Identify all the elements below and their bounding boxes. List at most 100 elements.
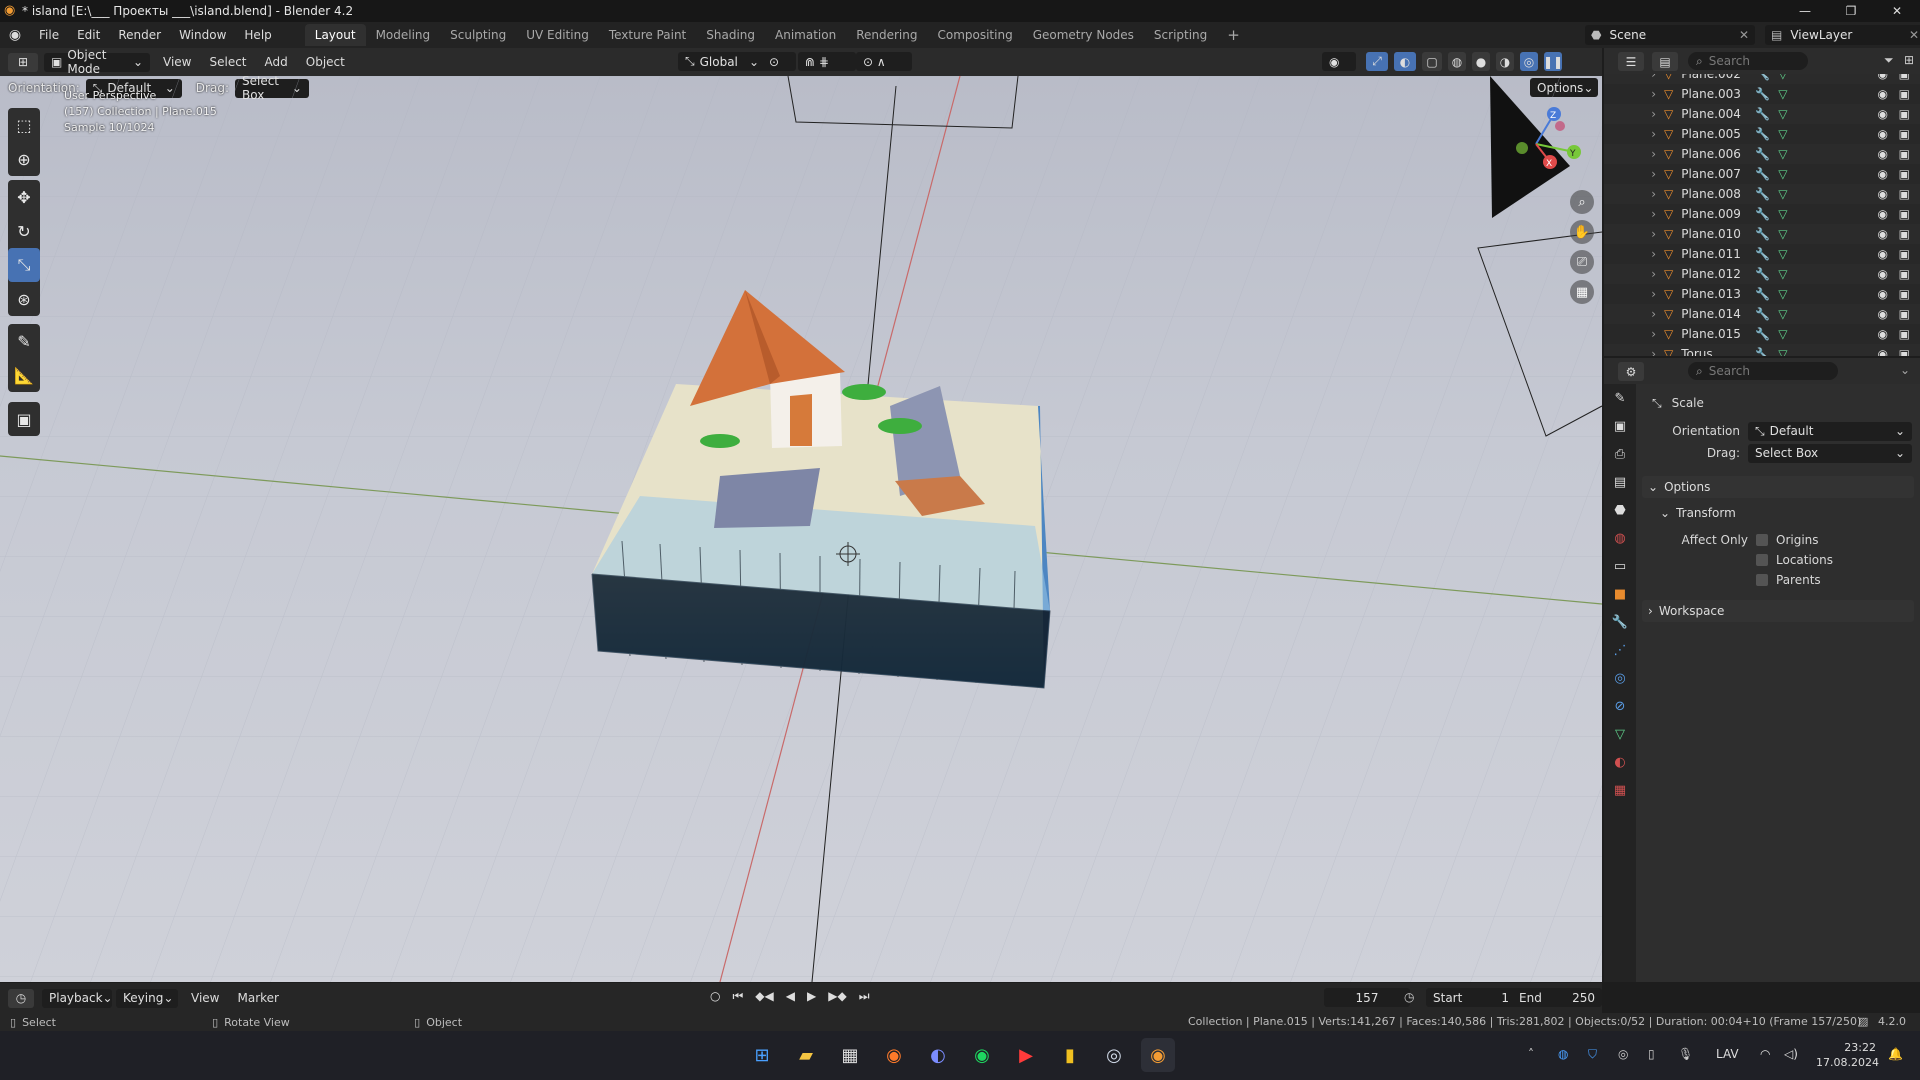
viewport-menu-select[interactable]: Select — [200, 55, 255, 69]
tab-uv-editing[interactable]: UV Editing — [516, 24, 599, 46]
camera-icon[interactable]: ▣ — [1899, 247, 1910, 261]
tray-app-icon[interactable]: ◍ — [1558, 1047, 1568, 1061]
camera-icon[interactable]: ▣ — [1899, 227, 1910, 241]
transform-subpanel-header[interactable]: ⌄ Transform — [1654, 502, 1914, 524]
filter-icon[interactable]: ⏷ — [1884, 53, 1894, 68]
camera-icon[interactable]: ▣ — [1899, 187, 1910, 201]
play-reverse-icon[interactable]: ◀ — [786, 989, 795, 1004]
camera-icon[interactable]: ▣ — [1899, 87, 1910, 101]
firefox-icon[interactable]: ◉ — [877, 1038, 911, 1072]
move-icon[interactable]: ✥ — [8, 180, 40, 214]
tool-tab-icon[interactable]: ✎ — [1604, 384, 1636, 412]
eye-icon[interactable]: ◉ — [1878, 127, 1888, 141]
options-panel-header[interactable]: ⌄ Options — [1642, 476, 1914, 498]
volume-icon[interactable]: ◁) — [1784, 1047, 1798, 1061]
discord-icon[interactable]: ◐ — [921, 1038, 955, 1072]
close-icon[interactable]: ✕ — [1909, 28, 1919, 42]
world-tab-icon[interactable]: ◍ — [1604, 524, 1636, 552]
outliner-row[interactable]: › ▽ Plane.010 🔧 ▽ ◉ ▣ — [1604, 224, 1920, 244]
render-tab-icon[interactable]: ▣ — [1604, 412, 1636, 440]
add-workspace-button[interactable]: + — [1217, 22, 1250, 48]
eye-icon[interactable]: ◉ — [1878, 307, 1888, 321]
object-tab-icon[interactable]: ■ — [1604, 580, 1636, 608]
menu-window[interactable]: Window — [170, 28, 235, 42]
close-icon[interactable]: ✕ — [1739, 28, 1749, 42]
texture-tab-icon[interactable]: ▦ — [1604, 776, 1636, 804]
eye-icon[interactable]: ◉ — [1878, 74, 1888, 81]
eye-icon[interactable]: ◉ — [1878, 147, 1888, 161]
outliner-row[interactable]: › ▽ Plane.008 🔧 ▽ ◉ ▣ — [1604, 184, 1920, 204]
file-explorer-icon[interactable]: ▰ — [789, 1038, 823, 1072]
close-button[interactable]: ✕ — [1874, 0, 1920, 22]
data-tab-icon[interactable]: ▽ — [1604, 720, 1636, 748]
tab-animation[interactable]: Animation — [765, 24, 846, 46]
navigation-gizmo[interactable]: Z Y X — [1488, 96, 1584, 192]
play-icon[interactable]: ▶ — [807, 989, 816, 1004]
workspace-panel-header[interactable]: › Workspace — [1642, 600, 1914, 622]
tab-modeling[interactable]: Modeling — [366, 24, 441, 46]
view-layer-tab-icon[interactable]: ▤ — [1604, 468, 1636, 496]
outliner-row[interactable]: › ▽ Plane.012 🔧 ▽ ◉ ▣ — [1604, 264, 1920, 284]
physics-tab-icon[interactable]: ◎ — [1604, 664, 1636, 692]
outliner-search-input[interactable]: ⌕ Search — [1688, 52, 1808, 70]
scale-icon[interactable]: ⤡ — [8, 248, 40, 282]
cursor-icon[interactable]: ⊕ — [8, 142, 40, 176]
overlay-toggle-button[interactable]: ◐ — [1394, 52, 1416, 71]
menu-edit[interactable]: Edit — [68, 28, 109, 42]
gizmo-toggle-button[interactable]: ⤢ — [1366, 52, 1388, 71]
expand-chevron-icon[interactable]: › — [1604, 227, 1656, 241]
tab-sculpting[interactable]: Sculpting — [440, 24, 516, 46]
eye-icon[interactable]: ◉ — [1878, 267, 1888, 281]
wireframe-shading-button[interactable]: ◍ — [1448, 52, 1466, 71]
perspective-grid-icon[interactable]: ▦ — [1570, 280, 1594, 304]
microphone-icon[interactable]: 🎙 — [1678, 1047, 1693, 1061]
camera-icon[interactable]: ▣ — [1899, 347, 1910, 356]
expand-chevron-icon[interactable]: › — [1604, 347, 1656, 356]
camera-icon[interactable]: ▣ — [1899, 74, 1910, 81]
spotify-icon[interactable]: ◉ — [965, 1038, 999, 1072]
prev-keyframe-icon[interactable]: ◆◀ — [755, 989, 773, 1004]
properties-search-input[interactable]: ⌕ Search — [1688, 362, 1838, 380]
timeline-menu-view[interactable]: View — [182, 991, 228, 1005]
tab-shading[interactable]: Shading — [696, 24, 765, 46]
keying-dropdown[interactable]: Keying ⌄ — [116, 988, 178, 1008]
viewport-menu-view[interactable]: View — [154, 55, 200, 69]
scene-tab-icon[interactable]: ⬣ — [1604, 496, 1636, 524]
battery-icon[interactable]: ▯ — [1648, 1047, 1655, 1061]
chevron-up-icon[interactable]: ˄ — [1528, 1047, 1534, 1061]
tab-compositing[interactable]: Compositing — [927, 24, 1022, 46]
particles-tab-icon[interactable]: ⋰ — [1604, 636, 1636, 664]
outliner-row[interactable]: › ▽ Plane.007 🔧 ▽ ◉ ▣ — [1604, 164, 1920, 184]
camera-icon[interactable]: ▣ — [1899, 127, 1910, 141]
add-cube-icon[interactable]: ▣ — [8, 402, 40, 436]
blender-menu-icon[interactable]: ◉ — [0, 27, 30, 43]
expand-chevron-icon[interactable]: › — [1604, 187, 1656, 201]
3d-viewport[interactable]: Orientation: ⤡ Default ⌄ Drag: Select Bo… — [0, 76, 1602, 982]
camera-icon[interactable]: ▣ — [1899, 207, 1910, 221]
outliner-editor-icon[interactable]: ☰ — [1618, 52, 1644, 71]
outliner-row[interactable]: › ▽ Plane.015 🔧 ▽ ◉ ▣ — [1604, 324, 1920, 344]
eye-icon[interactable]: ◉ — [1878, 327, 1888, 341]
viewport-menu-object[interactable]: Object — [297, 55, 354, 69]
camera-icon[interactable]: ▣ — [1899, 267, 1910, 281]
outliner-row[interactable]: › ▽ Plane.009 🔧 ▽ ◉ ▣ — [1604, 204, 1920, 224]
jump-start-icon[interactable]: ⏮ — [732, 989, 743, 1004]
notification-icon[interactable]: 🔔 — [1888, 1047, 1903, 1061]
app-icon[interactable]: ▮ — [1053, 1038, 1087, 1072]
next-keyframe-icon[interactable]: ▶◆ — [828, 989, 846, 1004]
scene-selector[interactable]: ⬣ Scene ✕ — [1585, 25, 1755, 45]
camera-icon[interactable]: ▣ — [1899, 107, 1910, 121]
modifier-tab-icon[interactable]: 🔧 — [1604, 608, 1636, 636]
end-frame-field[interactable]: End 250 — [1512, 988, 1602, 1007]
annotate-icon[interactable]: ✎ — [8, 324, 40, 358]
camera-icon[interactable]: ▣ — [1899, 287, 1910, 301]
expand-chevron-icon[interactable]: › — [1604, 287, 1656, 301]
pause-render-button[interactable]: ❚❚ — [1543, 52, 1563, 71]
menu-help[interactable]: Help — [235, 28, 280, 42]
output-tab-icon[interactable]: ⎙ — [1604, 440, 1636, 468]
expand-chevron-icon[interactable]: › — [1604, 87, 1656, 101]
jump-end-icon[interactable]: ⏭ — [859, 989, 870, 1004]
pivot-point-dropdown[interactable]: ⊙ — [762, 52, 796, 71]
new-collection-icon[interactable]: ⊞ — [1904, 53, 1914, 67]
eye-icon[interactable]: ◉ — [1878, 107, 1888, 121]
